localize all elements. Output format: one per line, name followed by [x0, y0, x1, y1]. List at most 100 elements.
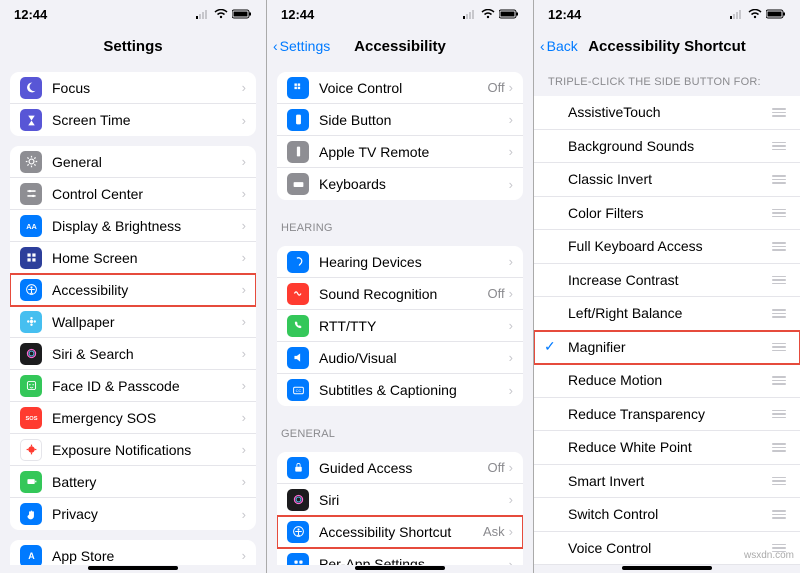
settings-row[interactable]: Face ID & Passcode›: [10, 370, 256, 402]
settings-row[interactable]: Per-App Settings›: [277, 548, 523, 565]
settings-row[interactable]: Focus›: [10, 72, 256, 104]
shortcut-option[interactable]: Background Sounds: [534, 130, 800, 164]
settings-row[interactable]: Privacy›: [10, 498, 256, 530]
shortcut-list[interactable]: TRIPLE-CLICK THE SIDE BUTTON FOR: Assist…: [534, 64, 800, 565]
accessibility-icon: [20, 279, 42, 301]
settings-row[interactable]: Side Button›: [277, 104, 523, 136]
settings-row[interactable]: Wallpaper›: [10, 306, 256, 338]
chevron-right-icon: ›: [242, 314, 246, 329]
reorder-handle-icon[interactable]: [772, 443, 786, 452]
shortcut-option[interactable]: Left/Right Balance: [534, 297, 800, 331]
chevron-right-icon: ›: [242, 218, 246, 233]
chevron-right-icon: ›: [242, 154, 246, 169]
shortcut-option[interactable]: Increase Contrast: [534, 264, 800, 298]
reorder-handle-icon[interactable]: [772, 209, 786, 218]
back-button[interactable]: ‹ Settings: [273, 28, 330, 64]
settings-row[interactable]: Keyboards›: [277, 168, 523, 200]
reorder-handle-icon[interactable]: [772, 142, 786, 151]
chevron-right-icon: ›: [242, 378, 246, 393]
keyboard-icon: [287, 173, 309, 195]
settings-row[interactable]: Sound RecognitionOff›: [277, 278, 523, 310]
reorder-handle-icon[interactable]: [772, 242, 786, 251]
accessibility-list[interactable]: Voice ControlOff›Side Button›Apple TV Re…: [267, 64, 533, 565]
settings-list[interactable]: Focus›Screen Time›General›Control Center…: [0, 64, 266, 565]
reorder-handle-icon[interactable]: [772, 376, 786, 385]
svg-text:A: A: [28, 551, 35, 561]
shortcut-option[interactable]: Reduce Transparency: [534, 398, 800, 432]
cc-icon: CC: [287, 379, 309, 401]
settings-group: AApp Store›Wallet & Apple Pay›: [10, 540, 256, 565]
reorder-handle-icon[interactable]: [772, 108, 786, 117]
svg-text:CC: CC: [295, 388, 301, 393]
shortcut-option[interactable]: Reduce Motion: [534, 364, 800, 398]
status-icons: [730, 9, 786, 19]
shortcut-option[interactable]: AssistiveTouch: [534, 96, 800, 130]
settings-row[interactable]: Control Center›: [10, 178, 256, 210]
chevron-right-icon: ›: [509, 112, 513, 127]
shortcut-option[interactable]: Full Keyboard Access: [534, 230, 800, 264]
battery-icon: [499, 9, 519, 19]
reorder-handle-icon[interactable]: [772, 343, 786, 352]
settings-row[interactable]: AApp Store›: [10, 540, 256, 565]
settings-row[interactable]: Exposure Notifications›: [10, 434, 256, 466]
grid-icon: [20, 247, 42, 269]
screentime-icon: [20, 109, 42, 131]
settings-group: General›Control Center›AADisplay & Brigh…: [10, 146, 256, 530]
home-indicator[interactable]: [355, 566, 445, 570]
settings-row[interactable]: Siri›: [277, 484, 523, 516]
shortcut-option[interactable]: Reduce White Point: [534, 431, 800, 465]
settings-row[interactable]: Hearing Devices›: [277, 246, 523, 278]
page-title: Settings: [103, 38, 162, 55]
settings-row[interactable]: CCSubtitles & Captioning›: [277, 374, 523, 406]
row-label: Per-App Settings: [319, 556, 509, 565]
chevron-right-icon: ›: [509, 383, 513, 398]
reorder-handle-icon[interactable]: [772, 410, 786, 419]
settings-group: Guided AccessOff›Siri›Accessibility Shor…: [277, 452, 523, 565]
home-indicator[interactable]: [622, 566, 712, 570]
svg-text:SOS: SOS: [25, 416, 37, 422]
settings-row[interactable]: Guided AccessOff›: [277, 452, 523, 484]
settings-row[interactable]: SOSEmergency SOS›: [10, 402, 256, 434]
settings-row[interactable]: Screen Time›: [10, 104, 256, 136]
reorder-handle-icon[interactable]: [772, 175, 786, 184]
reorder-handle-icon[interactable]: [772, 510, 786, 519]
remote-icon: [287, 141, 309, 163]
chevron-right-icon: ›: [509, 492, 513, 507]
settings-row[interactable]: RTT/TTY›: [277, 310, 523, 342]
settings-row[interactable]: Voice ControlOff›: [277, 72, 523, 104]
chevron-right-icon: ›: [509, 460, 513, 475]
reorder-handle-icon[interactable]: [772, 477, 786, 486]
row-label: Audio/Visual: [319, 350, 509, 366]
siri-icon: [20, 343, 42, 365]
settings-row[interactable]: Audio/Visual›: [277, 342, 523, 374]
settings-row[interactable]: Siri & Search›: [10, 338, 256, 370]
row-label: Control Center: [52, 186, 242, 202]
shortcut-option[interactable]: Switch Control: [534, 498, 800, 532]
settings-row[interactable]: Accessibility ShortcutAsk›: [277, 516, 523, 548]
shortcut-option[interactable]: ✓Magnifier: [534, 331, 800, 365]
status-bar: 12:44: [267, 0, 533, 28]
settings-row[interactable]: Home Screen›: [10, 242, 256, 274]
screenshots-row: 12:44 Settings Focus›Screen Time› General…: [0, 0, 800, 573]
reorder-handle-icon[interactable]: [772, 276, 786, 285]
settings-row[interactable]: AADisplay & Brightness›: [10, 210, 256, 242]
row-label: Keyboards: [319, 176, 509, 192]
settings-group: Hearing Devices›Sound RecognitionOff›RTT…: [277, 246, 523, 406]
shortcut-option[interactable]: Color Filters: [534, 197, 800, 231]
row-label: Home Screen: [52, 250, 242, 266]
settings-row[interactable]: Apple TV Remote›: [277, 136, 523, 168]
row-label: Sound Recognition: [319, 286, 488, 302]
row-value: Ask: [483, 524, 505, 539]
reorder-handle-icon[interactable]: [772, 309, 786, 318]
back-label: Settings: [280, 38, 331, 54]
settings-row[interactable]: Accessibility›: [10, 274, 256, 306]
shortcut-option[interactable]: Smart Invert: [534, 465, 800, 499]
home-indicator[interactable]: [88, 566, 178, 570]
battery-icon: [20, 471, 42, 493]
row-label: Accessibility: [52, 282, 242, 298]
shortcut-option[interactable]: Classic Invert: [534, 163, 800, 197]
settings-row[interactable]: General›: [10, 146, 256, 178]
row-value: Off: [488, 286, 505, 301]
back-button[interactable]: ‹ Back: [540, 28, 578, 64]
settings-row[interactable]: Battery›: [10, 466, 256, 498]
